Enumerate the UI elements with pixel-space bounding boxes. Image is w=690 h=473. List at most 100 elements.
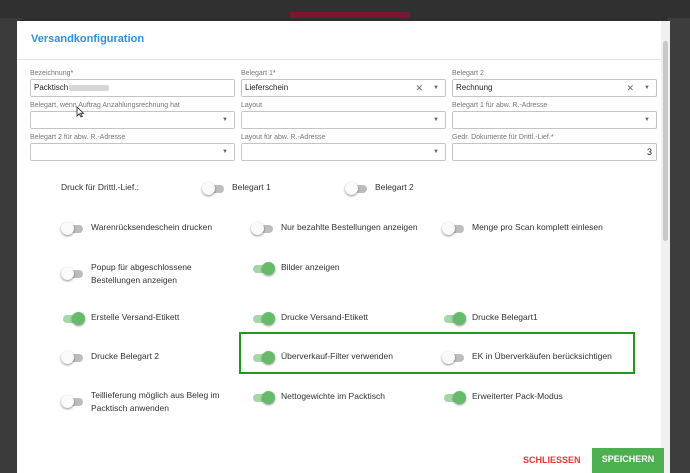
save-button[interactable]: SPEICHERN: [592, 448, 664, 473]
belegart2-abw-field: Belegart 2 für abw. R.-Adresse ▼: [30, 133, 235, 161]
chevron-down-icon[interactable]: ▼: [222, 112, 228, 128]
belegart-anzahlung-label: Belegart, wenn Auftrag Anzahlungsrechnun…: [30, 102, 180, 109]
toggle-warenruecksendeschein[interactable]: Warenrücksendeschein drucken: [61, 221, 212, 235]
belegart2-abw-label: Belegart 2 für abw. R.-Adresse: [30, 134, 126, 141]
toggle-knob: [202, 182, 215, 195]
toggle-knob: [442, 222, 455, 235]
toggle-label: Drucke Belegart 2: [91, 351, 160, 361]
layout-abw-label: Layout für abw. R.-Adresse: [241, 134, 326, 141]
close-button[interactable]: SCHLIESSEN: [523, 455, 581, 465]
toggle-druck-belegart2[interactable]: Belegart 2: [345, 181, 414, 195]
toggle-label: Nettogewichte im Packtisch: [281, 391, 385, 401]
background-top-bar: [0, 0, 690, 18]
belegart1-abw-field: Belegart 1 für abw. R.-Adresse ▼: [452, 101, 657, 129]
belegart1-field: Belegart 1* Lieferschein ✕ ▼: [241, 69, 446, 97]
bezeichnung-label: Bezeichnung: [30, 70, 71, 77]
toggle-bilder-anzeigen[interactable]: Bilder anzeigen: [251, 261, 340, 275]
scrollbar-thumb[interactable]: [663, 41, 668, 241]
toggle-nur-bezahlte[interactable]: Nur bezahlte Bestellungen anzeigen: [251, 221, 418, 235]
toggle-erweiterter-pack-modus[interactable]: Erweiterter Pack-Modus: [442, 390, 563, 404]
background-right-panel: [668, 18, 690, 473]
belegart-anzahlung-select[interactable]: ▼: [30, 111, 235, 129]
chevron-down-icon[interactable]: ▼: [644, 80, 650, 96]
toggle-switch[interactable]: [61, 222, 85, 235]
toggle-switch[interactable]: [442, 391, 466, 404]
belegart-anzahlung-field: Belegart, wenn Auftrag Anzahlungsrechnun…: [30, 101, 235, 129]
bezeichnung-field: Bezeichnung* Packtisch: [30, 69, 235, 97]
toggle-switch[interactable]: [251, 222, 275, 235]
toggle-knob: [345, 182, 358, 195]
toggle-popup-abgeschlossen[interactable]: Popup für abgeschlossene Bestellungen an…: [61, 261, 241, 287]
toggle-knob: [61, 267, 74, 280]
toggle-switch[interactable]: [442, 312, 466, 325]
toggle-switch[interactable]: [61, 395, 85, 408]
gedr-dokumente-input[interactable]: 3: [452, 143, 657, 161]
versand-config-dialog: Versandkonfiguration Bezeichnung* Packti…: [17, 21, 670, 473]
layout-select[interactable]: ▼: [241, 111, 446, 129]
chevron-down-icon[interactable]: ▼: [644, 112, 650, 128]
toggle-switch[interactable]: [61, 351, 85, 364]
title-divider: [17, 59, 661, 60]
toggle-erstelle-versand-etikett[interactable]: Erstelle Versand-Etikett: [61, 311, 179, 325]
toggle-label: Drucke Versand-Etikett: [281, 312, 368, 322]
toggle-switch[interactable]: [345, 182, 369, 195]
belegart2-field: Belegart 2 Rechnung ✕ ▼: [452, 69, 657, 97]
toggle-label: Belegart 1: [232, 182, 271, 192]
clear-icon[interactable]: ✕: [415, 80, 423, 96]
toggle-knob: [453, 312, 466, 325]
druck-drittl-label: Druck für Drittl.-Lief.:: [61, 182, 139, 192]
toggle-drucke-belegart2[interactable]: Drucke Belegart 2: [61, 350, 159, 364]
toggle-label: Belegart 2: [375, 182, 414, 192]
toggle-drucke-versand-etikett[interactable]: Drucke Versand-Etikett: [251, 311, 368, 325]
toggle-knob: [262, 312, 275, 325]
toggle-label: Menge pro Scan komplett einlesen: [472, 222, 603, 232]
bezeichnung-input[interactable]: Packtisch: [30, 79, 235, 97]
toggle-knob: [262, 262, 275, 275]
toggle-label: Bilder anzeigen: [281, 262, 340, 272]
chevron-down-icon[interactable]: ▼: [433, 80, 439, 96]
toggle-switch[interactable]: [251, 262, 275, 275]
chevron-down-icon[interactable]: ▼: [433, 112, 439, 128]
toggle-teillieferung[interactable]: Teillieferung möglich aus Beleg im Packt…: [61, 389, 241, 415]
blurred-text: [69, 84, 110, 91]
belegart1-label: Belegart 1: [241, 70, 273, 77]
toggle-drucke-belegart1[interactable]: Drucke Belegart1: [442, 311, 538, 325]
toggle-label: Warenrücksendeschein drucken: [91, 222, 213, 232]
layout-label: Layout: [241, 102, 263, 109]
belegart1-select[interactable]: Lieferschein ✕ ▼: [241, 79, 446, 97]
toggle-label: Drucke Belegart1: [472, 312, 538, 322]
mouse-cursor-icon: [76, 106, 84, 118]
toggle-switch[interactable]: [61, 267, 85, 280]
background-accent-strip: [290, 12, 410, 18]
dialog-title: Versandkonfiguration: [31, 33, 145, 45]
toggle-switch[interactable]: [251, 312, 275, 325]
chevron-down-icon[interactable]: ▼: [222, 144, 228, 160]
clear-icon[interactable]: ✕: [626, 80, 634, 96]
toggle-knob: [453, 391, 466, 404]
toggle-label: Nur bezahlte Bestellungen anzeigen: [281, 222, 418, 232]
toggle-switch[interactable]: [61, 312, 85, 325]
toggle-knob: [61, 351, 74, 364]
layout-abw-field: Layout für abw. R.-Adresse ▼: [241, 133, 446, 161]
chevron-down-icon[interactable]: ▼: [433, 144, 439, 160]
belegart2-select[interactable]: Rechnung ✕ ▼: [452, 79, 657, 97]
gedr-dokumente-field: Gedr. Dokumente für Drittl.-Lief.* 3: [452, 133, 657, 161]
toggle-knob: [61, 395, 74, 408]
toggle-label: Popup für abgeschlossene Bestellungen an…: [91, 262, 192, 285]
toggle-switch[interactable]: [442, 222, 466, 235]
toggle-druck-belegart1[interactable]: Belegart 1: [202, 181, 271, 195]
toggle-switch[interactable]: [251, 391, 275, 404]
belegart2-abw-select[interactable]: ▼: [30, 143, 235, 161]
toggle-knob: [61, 222, 74, 235]
toggle-switch[interactable]: [202, 182, 226, 195]
belegart1-abw-label: Belegart 1 für abw. R.-Adresse: [452, 102, 548, 109]
toggle-nettogewichte[interactable]: Nettogewichte im Packtisch: [251, 390, 385, 404]
toggle-menge-pro-scan[interactable]: Menge pro Scan komplett einlesen: [442, 221, 603, 235]
belegart1-abw-select[interactable]: ▼: [452, 111, 657, 129]
toggle-label: Erweiterter Pack-Modus: [472, 391, 563, 401]
toggle-knob: [72, 312, 85, 325]
dialog-scrollbar[interactable]: [661, 21, 670, 473]
layout-abw-select[interactable]: ▼: [241, 143, 446, 161]
toggle-label: Teillieferung möglich aus Beleg im Packt…: [91, 390, 220, 413]
highlight-box: [239, 332, 635, 374]
